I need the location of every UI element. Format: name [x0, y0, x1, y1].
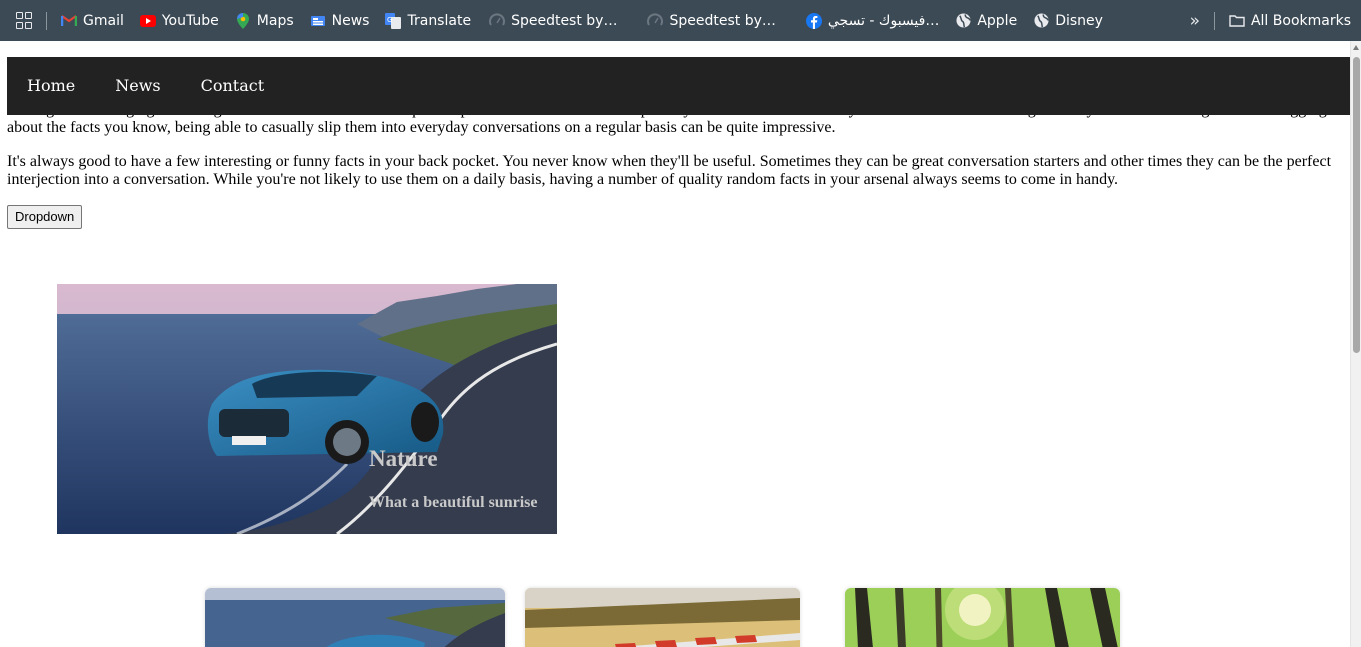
bookmark-apple[interactable]: Apple [947, 7, 1025, 35]
page-scrollbar[interactable] [1350, 41, 1361, 647]
hero-slide[interactable]: Nature What a beautiful sunrise [57, 284, 557, 534]
apps-grid-icon[interactable] [16, 11, 34, 30]
bookmark-speedtest-2[interactable]: Speedtest by… [639, 7, 783, 35]
card-image [525, 588, 800, 647]
bookmark-label: Gmail [83, 12, 124, 29]
bookmark-label: Speedtest by… [511, 12, 618, 29]
all-bookmarks-button[interactable]: All Bookmarks [1229, 7, 1351, 35]
hero-caption: What a beautiful sunrise [369, 494, 538, 511]
page-viewport: Having a wide-ranging knowledge of rando… [0, 41, 1350, 647]
bookmark-label: Maps [256, 12, 294, 29]
dropdown-button[interactable]: Dropdown [7, 205, 83, 229]
bookmarks-divider [46, 11, 47, 30]
card-racetrack[interactable] [525, 588, 800, 647]
card-car[interactable] [205, 588, 505, 647]
card-image [205, 588, 505, 647]
news-icon [310, 13, 326, 29]
bookmark-label: Apple [977, 12, 1018, 29]
bookmark-translate[interactable]: G Translate [377, 7, 479, 35]
top-navbar: Home News Contact [7, 57, 1350, 115]
bookmarks-overflow-button[interactable]: » [1190, 11, 1200, 31]
bookmarks-divider [1213, 11, 1215, 30]
bookmark-speedtest-1[interactable]: Speedtest by… [481, 7, 625, 35]
scroll-up-arrow[interactable] [1353, 45, 1359, 50]
all-bookmarks-label: All Bookmarks [1250, 12, 1351, 29]
scroll-thumb[interactable] [1353, 57, 1360, 353]
bookmark-label: فيسبوك - تسجي… [827, 12, 940, 29]
content-area: Having a wide-ranging knowledge of rando… [7, 101, 1343, 229]
svg-text:G: G [387, 16, 392, 24]
nav-link-contact[interactable]: Contact [181, 57, 285, 115]
card-row [0, 588, 1350, 647]
speedtest-icon [489, 12, 506, 29]
paragraph: It's always good to have a few interesti… [7, 153, 1332, 188]
bookmark-label: YouTube [161, 12, 219, 29]
card-forest[interactable] [845, 588, 1120, 647]
translate-icon: G [385, 12, 402, 29]
bookmark-label: Translate [407, 12, 472, 29]
bookmark-youtube[interactable]: YouTube [132, 7, 227, 35]
bookmark-label: Speedtest by… [669, 12, 776, 29]
bookmark-facebook[interactable]: فيسبوك - تسجي… [798, 7, 947, 35]
nav-link-home[interactable]: Home [7, 57, 95, 115]
bookmark-news[interactable]: News [302, 7, 378, 35]
globe-icon [1033, 13, 1049, 29]
facebook-icon [805, 12, 822, 29]
youtube-icon [139, 13, 156, 29]
folder-icon [1229, 13, 1245, 29]
bookmark-label: News [331, 12, 370, 29]
bookmark-label: Disney [1055, 12, 1103, 29]
maps-icon [235, 12, 251, 29]
card-image [845, 588, 1120, 647]
bookmark-maps[interactable]: Maps [227, 7, 302, 35]
bookmarks-bar: Gmail YouTube Maps News G Translate Spee… [0, 0, 1361, 41]
bookmarks-right: » All Bookmarks [1190, 0, 1351, 41]
gmail-icon [61, 13, 77, 29]
bookmark-disney[interactable]: Disney [1025, 7, 1111, 35]
globe-icon [955, 13, 971, 29]
bookmark-gmail[interactable]: Gmail [59, 7, 132, 35]
speedtest-icon [647, 12, 664, 29]
hero-title: Nature [369, 446, 438, 471]
nav-link-news[interactable]: News [95, 57, 180, 115]
